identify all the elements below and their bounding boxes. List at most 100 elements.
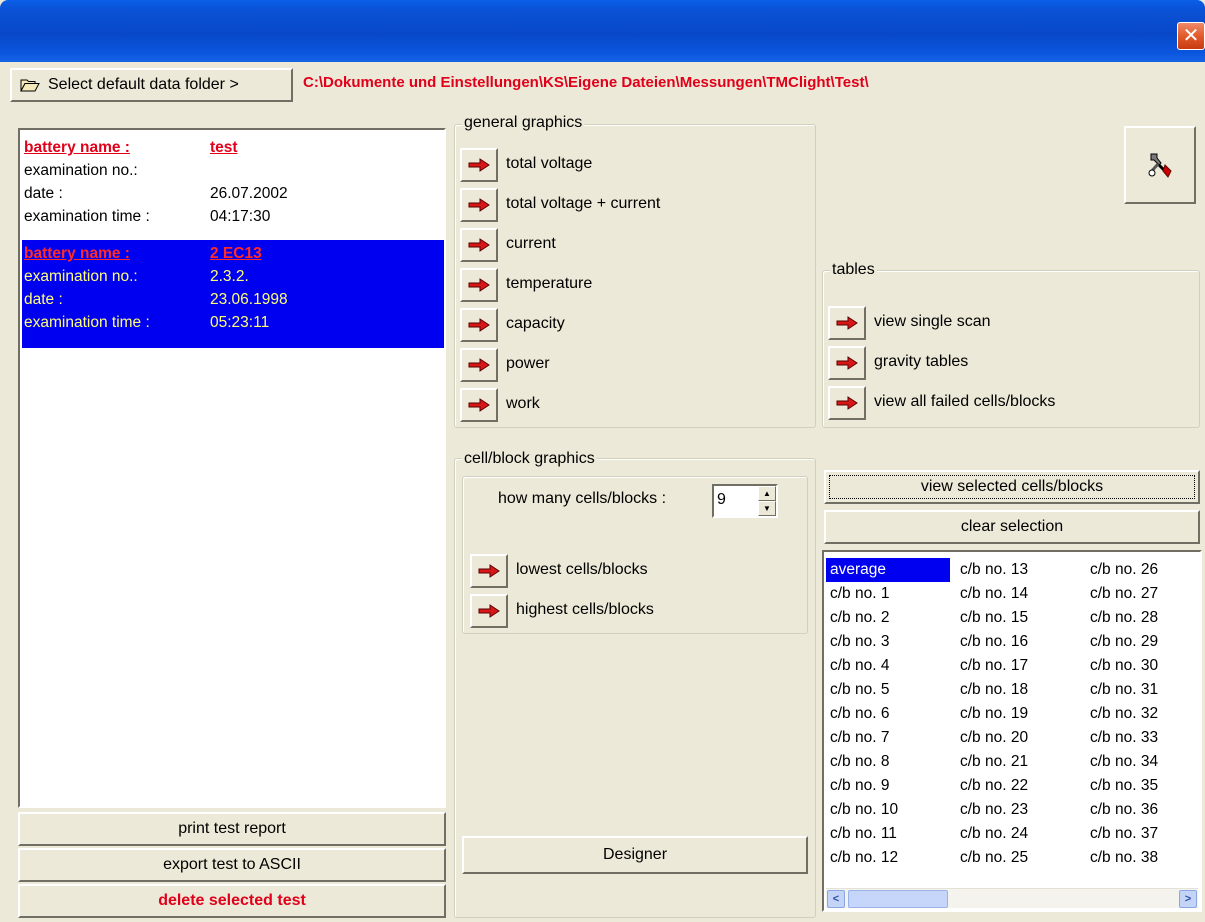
exam-no-label: examination no.:: [24, 162, 138, 179]
list-item[interactable]: c/b no. 37: [1086, 822, 1205, 846]
red-arrow-right-icon: [468, 398, 490, 412]
list-item[interactable]: c/b no. 9: [826, 774, 950, 798]
list-item[interactable]: c/b no. 11: [826, 822, 950, 846]
list-item[interactable]: c/b no. 20: [956, 726, 1080, 750]
battery-name-label: battery name :: [24, 139, 130, 156]
list-item[interactable]: c/b no. 17: [956, 654, 1080, 678]
list-item[interactable]: c/b no. 26: [1086, 558, 1205, 582]
table-0-button[interactable]: [828, 306, 866, 340]
list-item[interactable]: c/b no. 25: [956, 846, 1080, 870]
highest-cells-label: highest cells/blocks: [516, 601, 654, 618]
list-item[interactable]: c/b no. 29: [1086, 630, 1205, 654]
stepper-buttons: ▲ ▼: [758, 486, 776, 516]
clear-selection-button[interactable]: clear selection: [824, 510, 1200, 544]
export-ascii-button[interactable]: export test to ASCII: [18, 848, 446, 882]
date-label: date :: [24, 185, 63, 202]
lowest-cells-button[interactable]: [470, 554, 508, 588]
test-list[interactable]: battery name : test examination no.: date…: [18, 128, 446, 808]
stepper-up-button[interactable]: ▲: [758, 486, 776, 501]
test-list-item[interactable]: battery name : test examination no.: date…: [22, 136, 444, 236]
cell-count-value[interactable]: 9: [717, 491, 726, 509]
list-item[interactable]: c/b no. 2: [826, 606, 950, 630]
highest-cells-button[interactable]: [470, 594, 508, 628]
designer-label: Designer: [602, 846, 668, 863]
general-graphic-4-button[interactable]: [460, 308, 498, 342]
view-selected-button[interactable]: view selected cells/blocks: [824, 470, 1200, 504]
stepper-down-button[interactable]: ▼: [758, 501, 776, 516]
designer-button[interactable]: Designer: [462, 836, 808, 874]
list-item[interactable]: c/b no. 19: [956, 702, 1080, 726]
exam-time-value: 05:23:11: [210, 314, 270, 331]
general-graphic-1-label: total voltage + current: [506, 195, 661, 212]
battery-name-value: test: [210, 139, 238, 156]
print-report-button[interactable]: print test report: [18, 812, 446, 846]
list-item[interactable]: c/b no. 13: [956, 558, 1080, 582]
list-item[interactable]: average: [826, 558, 950, 582]
cells-column-2: c/b no. 13 c/b no. 14 c/b no. 15 c/b no. 16…: [956, 558, 1080, 870]
list-item[interactable]: c/b no. 33: [1086, 726, 1205, 750]
list-item[interactable]: c/b no. 18: [956, 678, 1080, 702]
scroll-right-button[interactable]: >: [1179, 890, 1197, 908]
battery-name-label: battery name :: [24, 245, 130, 262]
tables-title: tables: [830, 261, 877, 279]
lowest-cells-label: lowest cells/blocks: [516, 561, 648, 578]
test-list-item-selected[interactable]: battery name : 2 EC13 examination no.: 2.3…: [22, 240, 444, 348]
list-item[interactable]: c/b no. 7: [826, 726, 950, 750]
list-item[interactable]: c/b no. 6: [826, 702, 950, 726]
red-arrow-right-icon: [468, 238, 490, 252]
list-item[interactable]: c/b no. 38: [1086, 846, 1205, 870]
table-2-button[interactable]: [828, 386, 866, 420]
general-graphic-6-button[interactable]: [460, 388, 498, 422]
general-graphic-3-label: temperature: [506, 275, 593, 292]
list-item[interactable]: c/b no. 12: [826, 846, 950, 870]
close-button[interactable]: ✕: [1177, 22, 1205, 50]
list-item[interactable]: c/b no. 16: [956, 630, 1080, 654]
list-item[interactable]: c/b no. 36: [1086, 798, 1205, 822]
table-0-label: view single scan: [874, 313, 991, 330]
general-graphic-5-label: power: [506, 355, 550, 372]
list-item[interactable]: c/b no. 21: [956, 750, 1080, 774]
tools-icon: [1148, 153, 1172, 178]
general-graphic-2-button[interactable]: [460, 228, 498, 262]
list-item[interactable]: c/b no. 5: [826, 678, 950, 702]
date-value: 23.06.1998: [210, 291, 288, 308]
cell-count-stepper[interactable]: 9 ▲ ▼: [712, 484, 778, 518]
list-item[interactable]: c/b no. 4: [826, 654, 950, 678]
delete-test-button[interactable]: delete selected test: [18, 884, 446, 918]
list-item[interactable]: c/b no. 1: [826, 582, 950, 606]
general-graphic-1-button[interactable]: [460, 188, 498, 222]
select-folder-label: Select default data folder >: [48, 76, 239, 93]
list-item[interactable]: c/b no. 22: [956, 774, 1080, 798]
list-item[interactable]: c/b no. 23: [956, 798, 1080, 822]
list-item[interactable]: c/b no. 28: [1086, 606, 1205, 630]
select-folder-button[interactable]: Select default data folder >: [10, 68, 293, 102]
list-item[interactable]: c/b no. 27: [1086, 582, 1205, 606]
cells-list[interactable]: average c/b no. 1 c/b no. 2 c/b no. 3 c/b no…: [822, 550, 1202, 912]
red-arrow-right-icon: [468, 278, 490, 292]
table-1-label: gravity tables: [874, 353, 969, 370]
red-arrow-right-icon: [836, 356, 858, 370]
table-1-button[interactable]: [828, 346, 866, 380]
list-item[interactable]: c/b no. 15: [956, 606, 1080, 630]
horizontal-scrollbar[interactable]: < >: [826, 888, 1198, 908]
scrollbar-thumb[interactable]: [848, 890, 948, 908]
list-item[interactable]: c/b no. 31: [1086, 678, 1205, 702]
general-graphics-title: general graphics: [462, 114, 585, 132]
list-item[interactable]: c/b no. 14: [956, 582, 1080, 606]
list-item[interactable]: c/b no. 32: [1086, 702, 1205, 726]
general-graphic-0-button[interactable]: [460, 148, 498, 182]
general-graphic-3-button[interactable]: [460, 268, 498, 302]
general-graphic-4-label: capacity: [506, 315, 565, 332]
scroll-left-button[interactable]: <: [827, 890, 845, 908]
list-item[interactable]: c/b no. 30: [1086, 654, 1205, 678]
export-ascii-label: export test to ASCII: [163, 856, 301, 873]
general-graphic-5-button[interactable]: [460, 348, 498, 382]
list-item[interactable]: c/b no. 8: [826, 750, 950, 774]
list-item[interactable]: c/b no. 34: [1086, 750, 1205, 774]
data-folder-path: C:\Dokumente und Einstellungen\KS\Eigene…: [303, 74, 869, 91]
tools-button[interactable]: [1124, 126, 1196, 204]
list-item[interactable]: c/b no. 24: [956, 822, 1080, 846]
list-item[interactable]: c/b no. 3: [826, 630, 950, 654]
list-item[interactable]: c/b no. 35: [1086, 774, 1205, 798]
list-item[interactable]: c/b no. 10: [826, 798, 950, 822]
